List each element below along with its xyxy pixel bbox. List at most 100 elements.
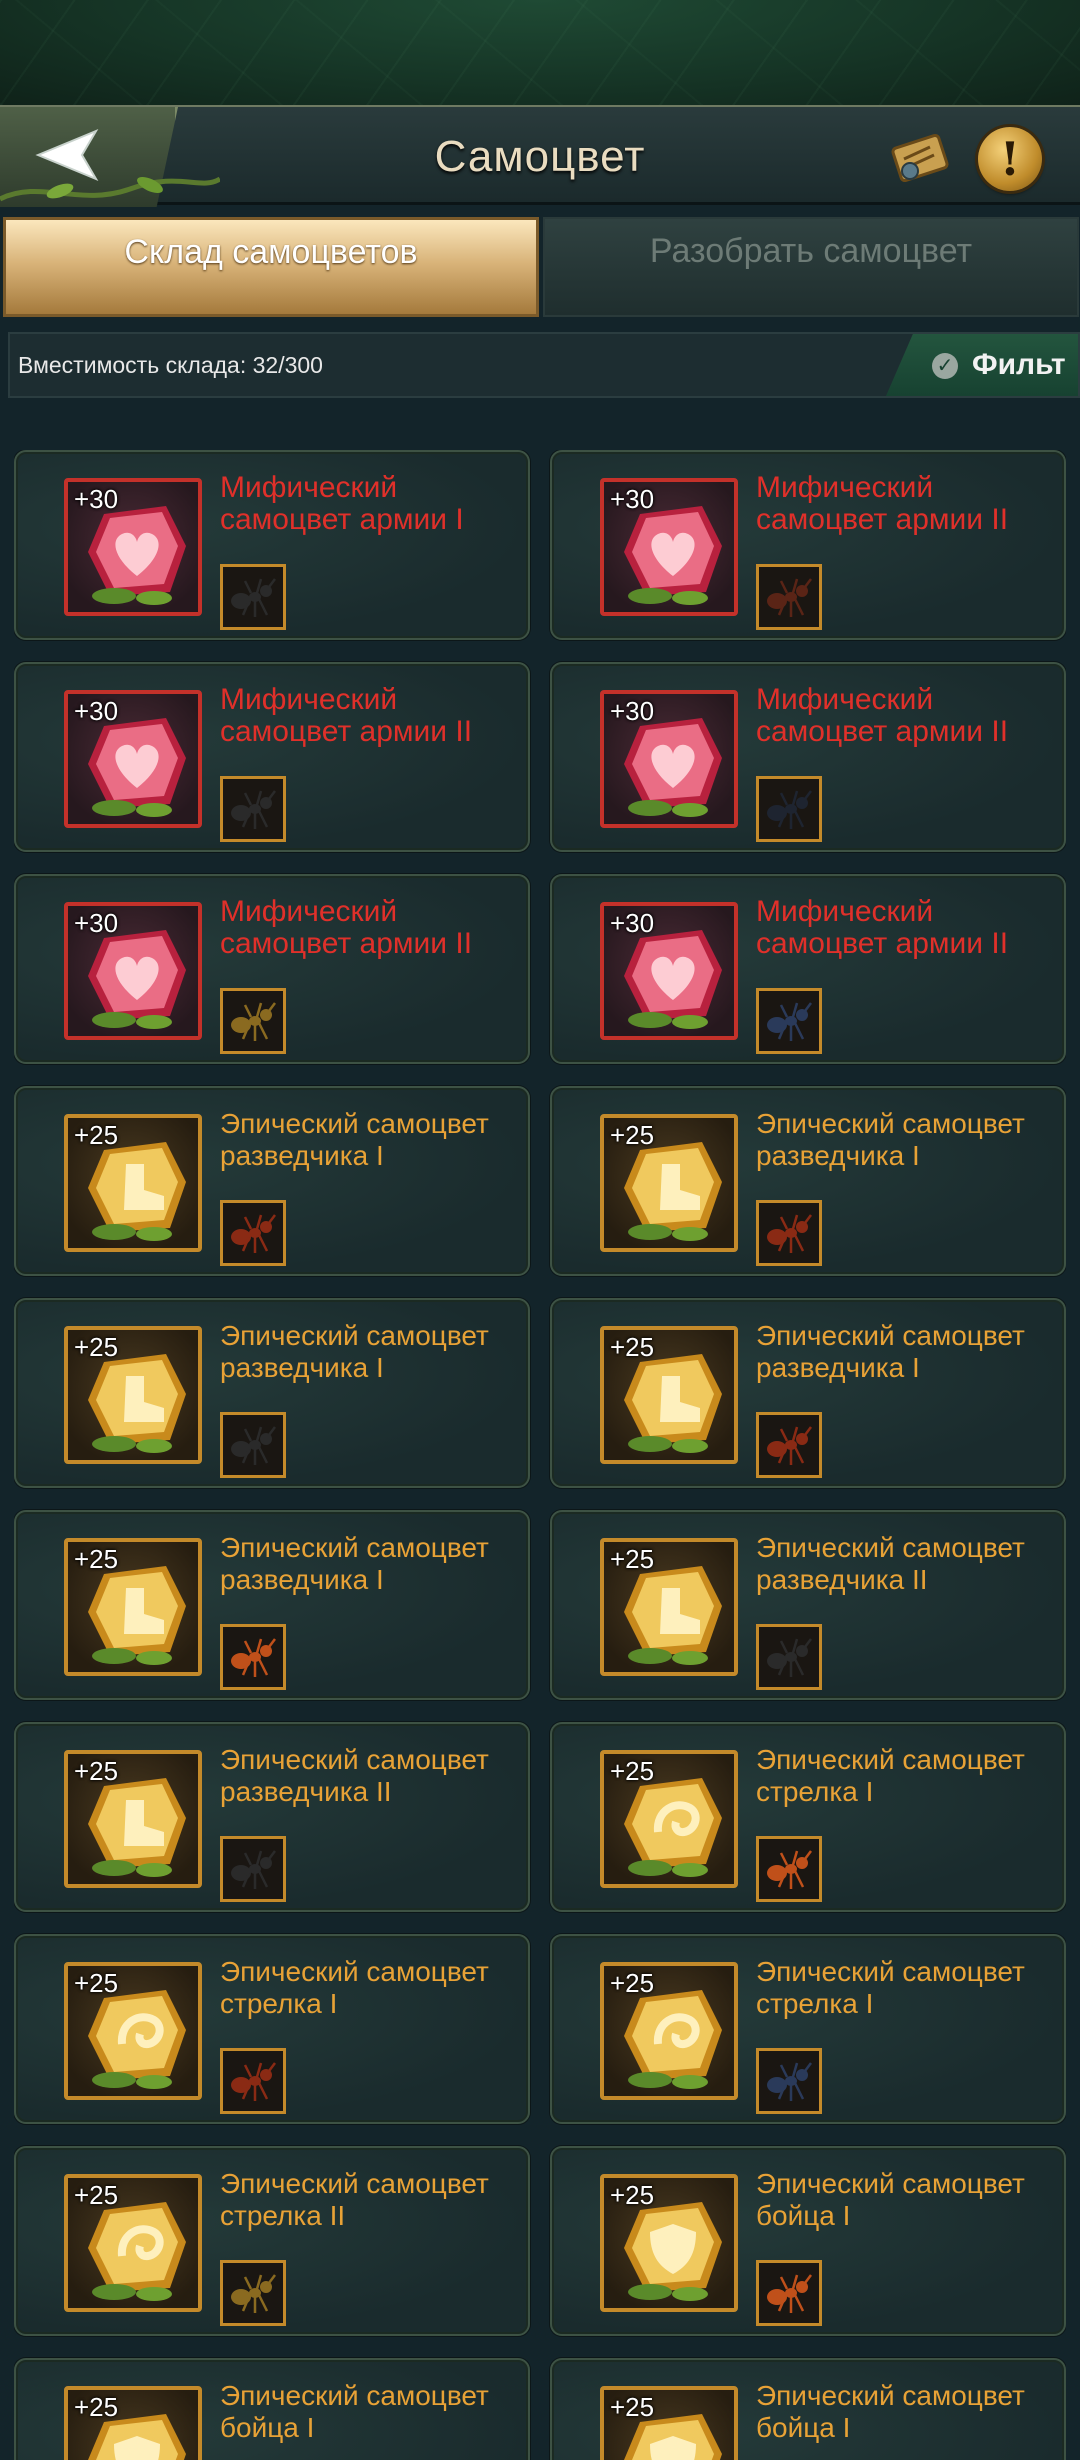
tab-bar: Склад самоцветов Разобрать самоцвет [0, 217, 1080, 322]
gem-card[interactable]: +25 Эпический самоцвет разведчика I [14, 1086, 530, 1276]
gem-image: +25 [64, 1538, 202, 1676]
gem-image: +30 [600, 690, 738, 828]
gem-name: Эпический самоцвет разведчика I [756, 1108, 1025, 1171]
gem-name: Эпический самоцвет стрелка I [756, 1744, 1025, 1807]
gem-name: Эпический самоцвет разведчика II [220, 1744, 489, 1807]
black-ant-icon [220, 776, 286, 842]
gem-card[interactable]: +25 Эпический самоцвет стрелка I [550, 1934, 1066, 2124]
orange-ant-icon [220, 1624, 286, 1690]
map-scroll-icon[interactable] [890, 129, 952, 187]
gem-card[interactable]: +25 Эпический самоцвет бойца I [550, 2146, 1066, 2336]
check-icon: ✓ [932, 353, 958, 379]
gem-name: Мифический самоцвет армии II [756, 895, 1009, 960]
gem-image: +25 [600, 2174, 738, 2312]
gem-image: +30 [64, 478, 202, 616]
gem-level: +25 [610, 2392, 655, 2422]
gem-level: +30 [610, 484, 655, 514]
red-ant-icon [220, 2048, 286, 2114]
gem-name: Эпический самоцвет бойца I [756, 2168, 1025, 2231]
gem-card[interactable]: +30 Мифический самоцвет армии II [14, 874, 530, 1064]
gem-name: Мифический самоцвет армии II [756, 471, 1009, 536]
capacity-bar: Вместимость склада: 32/300 ✓ Фильт [8, 332, 1080, 398]
gem-card[interactable]: +25 Эпический самоцвет разведчика II [14, 1722, 530, 1912]
gem-image: +25 [600, 1326, 738, 1464]
black-ant-icon [756, 1624, 822, 1690]
gem-image: +25 [64, 1114, 202, 1252]
gem-image: +30 [64, 902, 202, 1040]
blue-ant-icon [756, 988, 822, 1054]
gem-name: Эпический самоцвет разведчика II [756, 1532, 1025, 1595]
red-ant-icon [756, 1412, 822, 1478]
black-ant-icon [220, 1836, 286, 1902]
gem-image: +25 [64, 2174, 202, 2312]
gem-level: +25 [610, 1544, 655, 1574]
gem-card[interactable]: +25 Эпический самоцвет бойца I [14, 2358, 530, 2460]
gem-card[interactable]: +25 Эпический самоцвет разведчика I [550, 1086, 1066, 1276]
gem-name: Эпический самоцвет стрелка I [756, 1956, 1025, 2019]
red-ant-icon [220, 1200, 286, 1266]
gem-card[interactable]: +25 Эпический самоцвет разведчика I [14, 1298, 530, 1488]
gem-level: +25 [74, 2392, 119, 2422]
gem-name: Эпический самоцвет бойца I [756, 2380, 1025, 2443]
black-ant-icon [220, 1412, 286, 1478]
gem-image: +30 [600, 478, 738, 616]
gem-level: +30 [610, 908, 655, 938]
gem-name: Мифический самоцвет армии II [220, 895, 473, 960]
capacity-text: Вместимость склада: 32/300 [18, 352, 323, 378]
gem-level: +25 [74, 1968, 119, 1998]
blue-ant-icon [756, 2048, 822, 2114]
golden-ant-icon [220, 2260, 286, 2326]
gem-image: +25 [64, 1962, 202, 2100]
gem-level: +25 [74, 1544, 119, 1574]
gem-card[interactable]: +25 Эпический самоцвет стрелка I [550, 1722, 1066, 1912]
gem-card[interactable]: +25 Эпический самоцвет стрелка II [14, 2146, 530, 2336]
gem-level: +25 [74, 2180, 119, 2210]
gem-level: +25 [74, 1332, 119, 1362]
gem-level: +25 [74, 1120, 119, 1150]
gem-image: +25 [64, 2386, 202, 2460]
gem-level: +25 [74, 1756, 119, 1786]
tab-gem-storage[interactable]: Склад самоцветов [3, 217, 539, 317]
gem-image: +25 [64, 1750, 202, 1888]
gem-card[interactable]: +25 Эпический самоцвет разведчика I [550, 1298, 1066, 1488]
gem-image: +25 [600, 2386, 738, 2460]
gem-level: +30 [610, 696, 655, 726]
gem-image: +25 [600, 1962, 738, 2100]
gem-card[interactable]: +30 Мифический самоцвет армии II [14, 662, 530, 852]
header-bar: Самоцвет ! [0, 105, 1080, 207]
gem-level: +30 [74, 696, 119, 726]
filter-label: Фильт [972, 348, 1066, 381]
gem-card[interactable]: +25 Эпический самоцвет стрелка I [14, 1934, 530, 2124]
gem-card[interactable]: +30 Мифический самоцвет армии II [550, 662, 1066, 852]
gem-grid: +30 Мифический самоцвет армии I +30 Мифичес… [14, 450, 1066, 2460]
tab-disassemble-gem[interactable]: Разобрать самоцвет [543, 217, 1079, 317]
gem-image: +30 [600, 902, 738, 1040]
gem-name: Эпический самоцвет разведчика I [220, 1532, 489, 1595]
top-decoration [0, 0, 1080, 105]
black-ant-icon [220, 564, 286, 630]
gem-level: +25 [610, 1120, 655, 1150]
gem-image: +30 [64, 690, 202, 828]
gem-card[interactable]: +30 Мифический самоцвет армии II [550, 874, 1066, 1064]
orange-ant-icon [756, 1836, 822, 1902]
golden-ant-icon [220, 988, 286, 1054]
gem-name: Эпический самоцвет стрелка I [220, 1956, 489, 2019]
mandible-ant-icon [756, 776, 822, 842]
gem-name: Мифический самоцвет армии II [220, 683, 473, 748]
gem-name: Эпический самоцвет бойца I [220, 2380, 489, 2443]
info-icon[interactable]: ! [978, 127, 1042, 191]
filter-button[interactable]: ✓ Фильт [886, 334, 1078, 396]
gem-level: +25 [610, 1756, 655, 1786]
gem-card[interactable]: +30 Мифический самоцвет армии II [550, 450, 1066, 640]
gem-level: +30 [74, 908, 119, 938]
gem-card[interactable]: +25 Эпический самоцвет бойца I [550, 2358, 1066, 2460]
red-brown-ant-icon [756, 564, 822, 630]
gem-name: Эпический самоцвет стрелка II [220, 2168, 489, 2231]
gem-card[interactable]: +30 Мифический самоцвет армии I [14, 450, 530, 640]
gem-card[interactable]: +25 Эпический самоцвет разведчика I [14, 1510, 530, 1700]
gem-name: Эпический самоцвет разведчика I [756, 1320, 1025, 1383]
gem-image: +25 [64, 1326, 202, 1464]
gem-name: Эпический самоцвет разведчика I [220, 1108, 489, 1171]
gem-card[interactable]: +25 Эпический самоцвет разведчика II [550, 1510, 1066, 1700]
red-ant-icon [756, 1200, 822, 1266]
